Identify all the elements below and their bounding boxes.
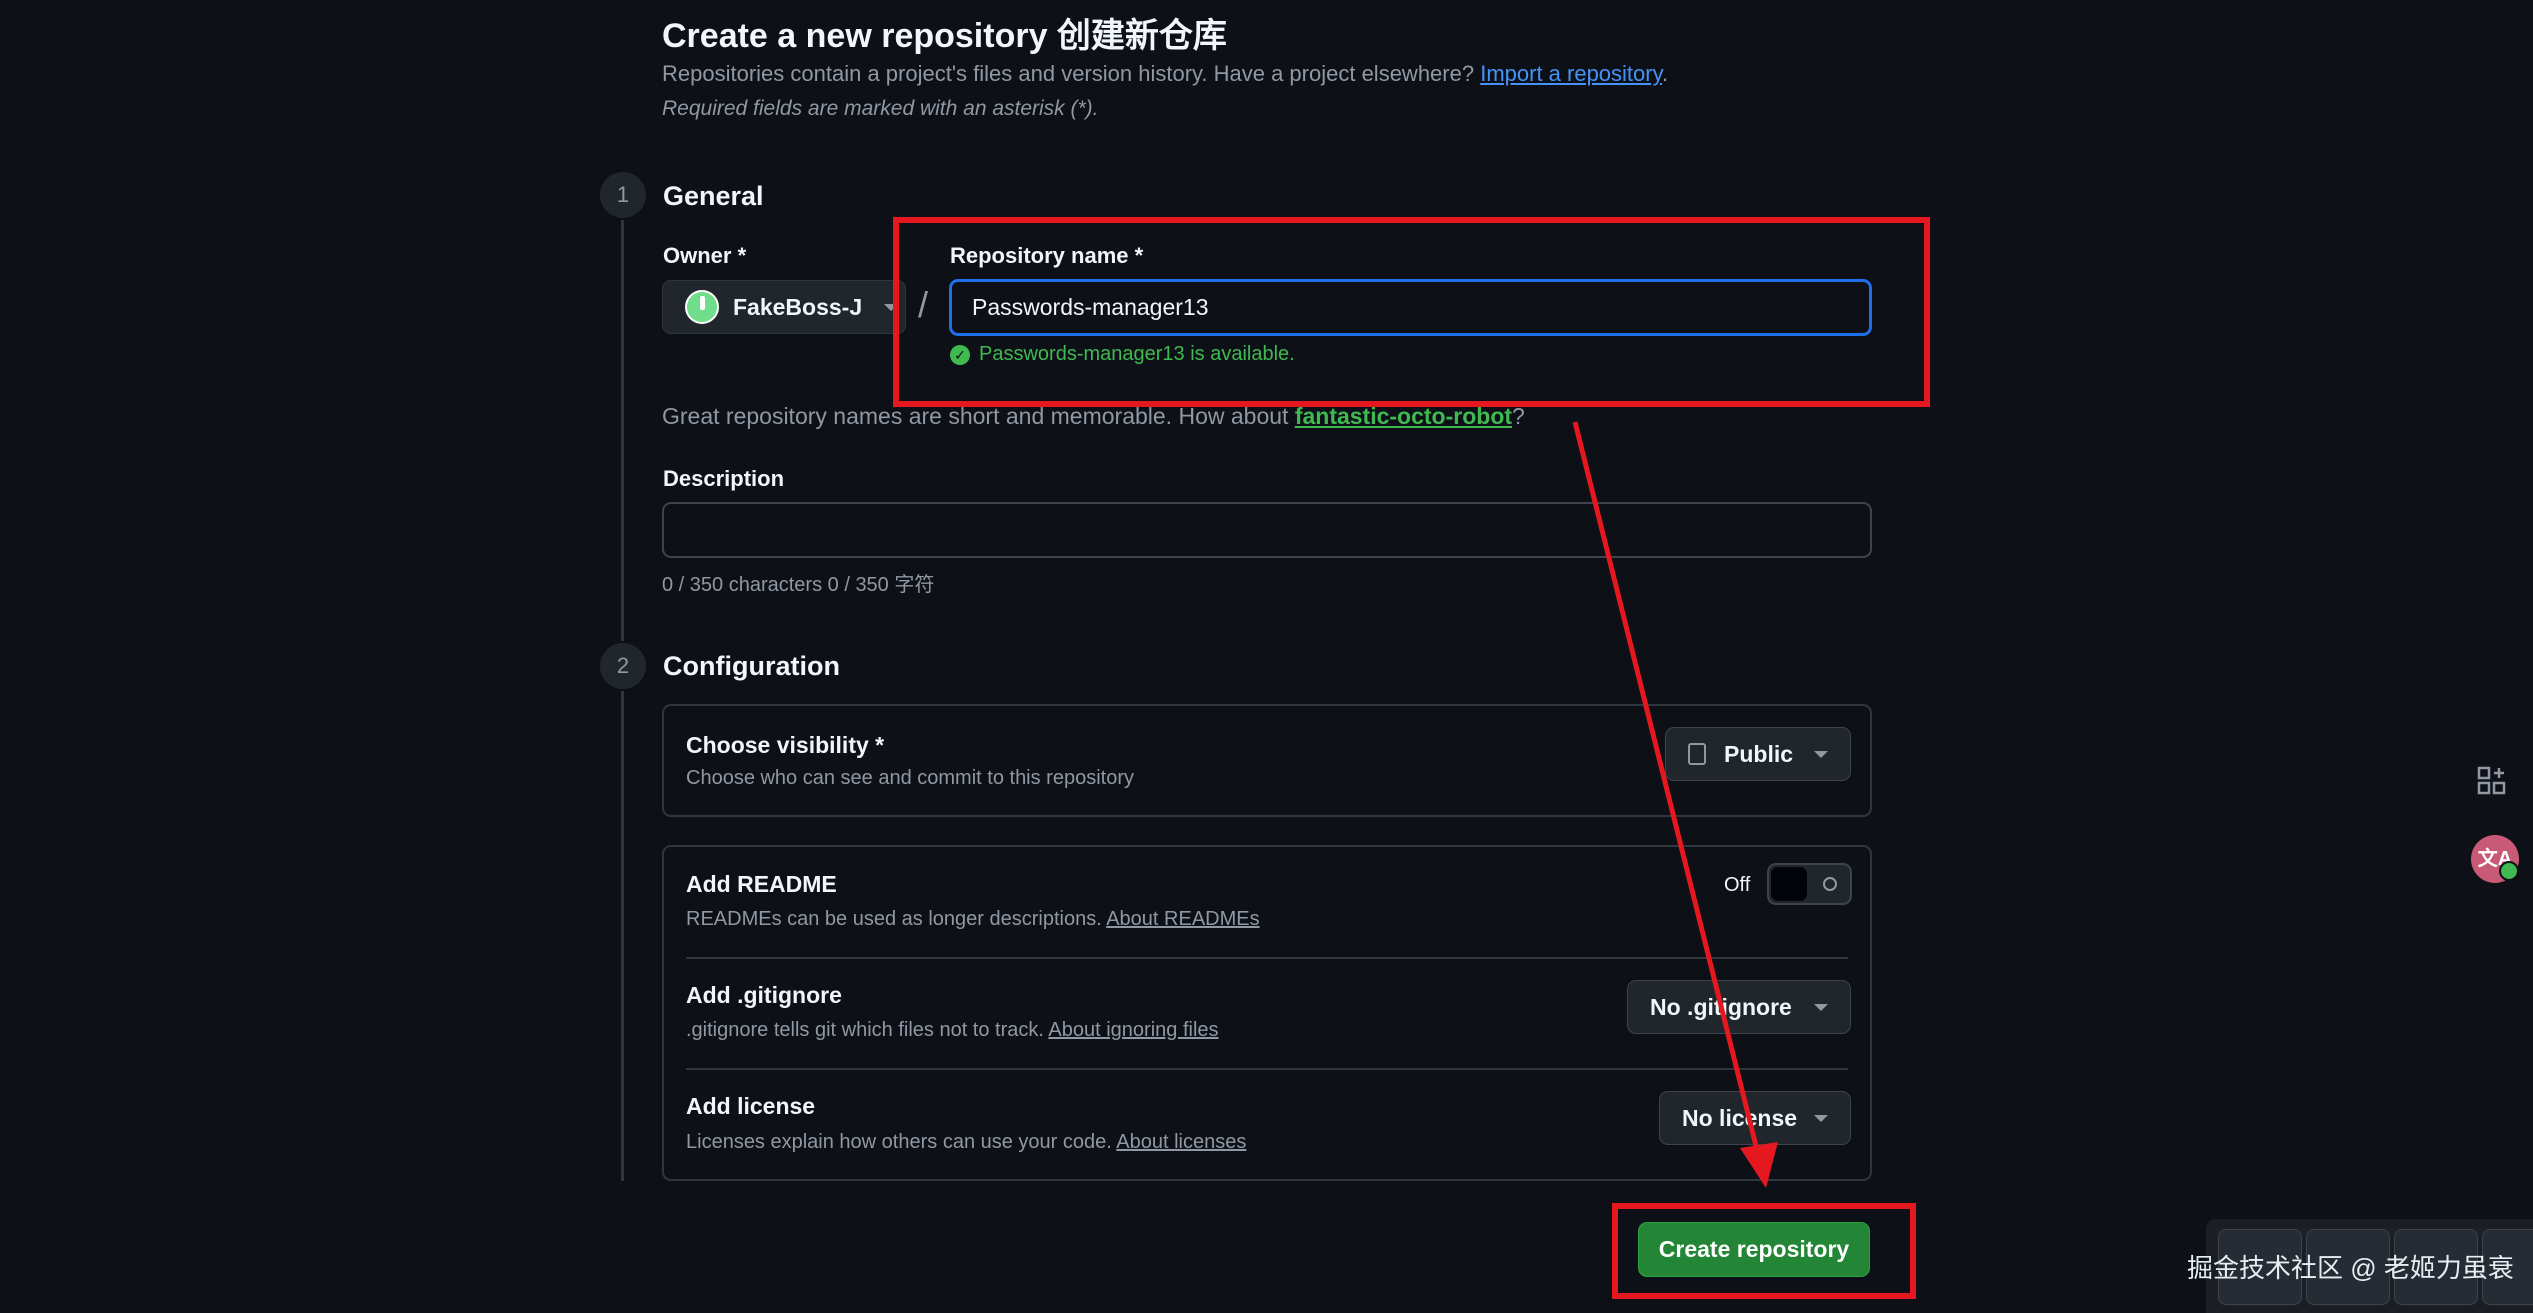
translate-button[interactable]: 文A [2471,835,2519,883]
annotation-arrow [1572,421,1778,1188]
apps-add-glyph [2477,766,2506,795]
annotation-arrow-line [1572,421,1765,1171]
apps-add-icon[interactable] [2469,758,2515,804]
status-dot [2499,861,2519,881]
watermark: 掘金技术社区 @ 老姬力虽衰 [2187,1253,2514,1283]
translate-icon: 文A [2471,835,2519,883]
annotation-arrow-head [1740,1142,1778,1188]
